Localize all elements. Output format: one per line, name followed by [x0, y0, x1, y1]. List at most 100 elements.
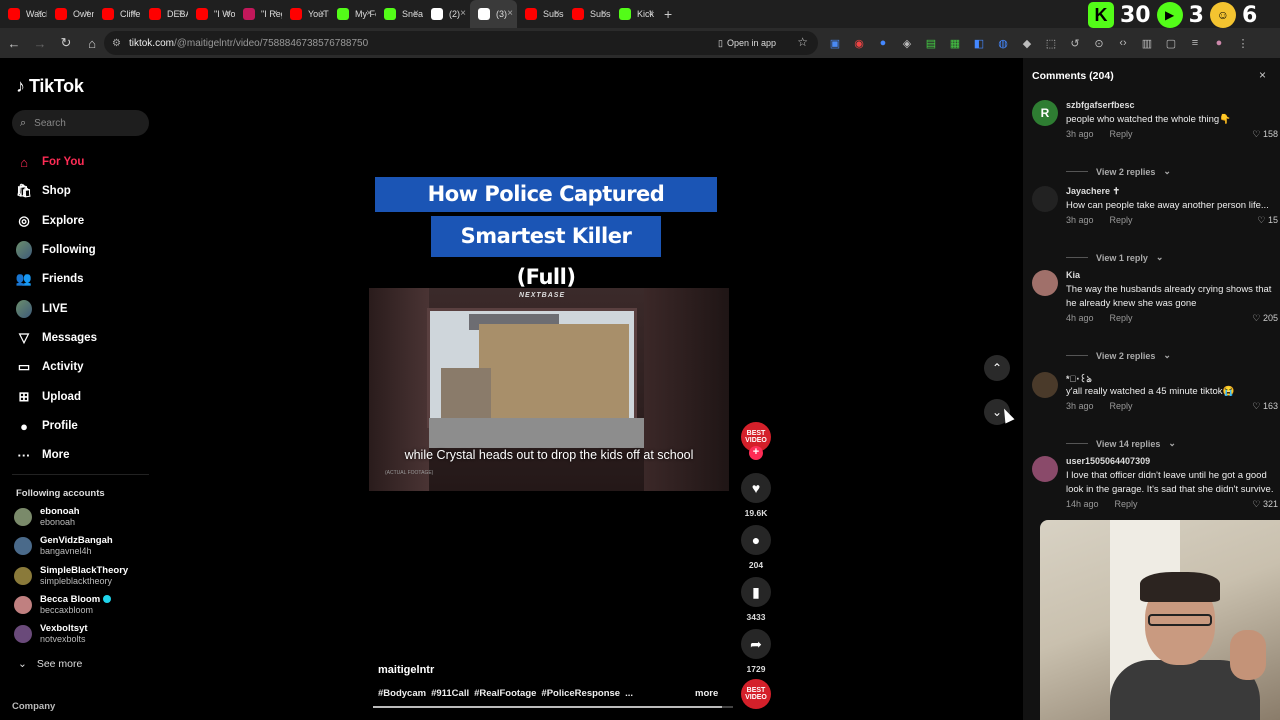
extension-icon[interactable]: ◧: [970, 34, 988, 52]
comment-username[interactable]: Jayachere ✝: [1066, 186, 1120, 197]
browser-tab[interactable]: Subscr×: [564, 0, 611, 28]
tab-close-icon[interactable]: ×: [648, 8, 654, 19]
browser-tab[interactable]: (2) ×: [423, 0, 470, 28]
reply-button[interactable]: Reply: [1110, 313, 1133, 323]
browser-tab[interactable]: Subscr×: [517, 0, 564, 28]
reply-button[interactable]: Reply: [1110, 401, 1133, 411]
browser-tab[interactable]: My Fee×: [329, 0, 376, 28]
sidebar-item-more[interactable]: ··· More: [16, 444, 70, 466]
tab-close-icon[interactable]: ×: [319, 8, 325, 19]
extension-icon[interactable]: ◉: [850, 34, 868, 52]
sound-disc-avatar[interactable]: BEST VIDEO: [741, 679, 771, 709]
sidebar-item-explore[interactable]: ◎ Explore: [16, 210, 84, 232]
comment-username[interactable]: Kia: [1066, 270, 1080, 280]
tab-close-icon[interactable]: ×: [178, 8, 184, 19]
home-icon[interactable]: ⌂: [80, 31, 104, 55]
browser-tab[interactable]: DEBATE×: [141, 0, 188, 28]
follow-plus-button[interactable]: +: [749, 446, 763, 460]
view-replies-button[interactable]: View 14 replies ⌄: [1066, 438, 1176, 449]
bookmark-icon[interactable]: ▮: [741, 577, 771, 607]
extension-icon[interactable]: ◆: [1018, 34, 1036, 52]
view-replies-button[interactable]: View 2 replies ⌄: [1066, 166, 1171, 177]
reply-button[interactable]: Reply: [1115, 499, 1138, 509]
see-more-button[interactable]: ⌄ See more: [18, 658, 82, 670]
following-account[interactable]: ebonoah ebonoah: [14, 504, 154, 530]
tab-close-icon[interactable]: ×: [554, 8, 560, 19]
new-tab-button[interactable]: +: [664, 6, 678, 22]
hashtag[interactable]: #RealFootage: [474, 688, 536, 699]
sidebar-item-profile[interactable]: ● Profile: [16, 415, 78, 437]
sidebar-item-upload[interactable]: ⊞ Upload: [16, 386, 81, 408]
browser-tab[interactable]: (3) ×: [470, 0, 517, 28]
tab-close-icon[interactable]: ×: [84, 8, 90, 19]
search-box[interactable]: ⌕: [12, 110, 149, 136]
company-link[interactable]: Company: [12, 701, 55, 712]
extension-icon[interactable]: ●: [874, 34, 892, 52]
following-account[interactable]: Vexboltsyt notvexbolts: [14, 621, 154, 647]
open-in-app-button[interactable]: ▯ Open in app: [712, 35, 782, 51]
hashtag[interactable]: #Bodycam: [378, 688, 426, 699]
video-progress-bar[interactable]: [373, 706, 733, 708]
caption-more-link[interactable]: more: [695, 688, 718, 699]
menu-icon[interactable]: ≡: [1186, 34, 1204, 52]
previous-video-button[interactable]: ⌃: [984, 355, 1010, 381]
browser-tab[interactable]: Owen×: [47, 0, 94, 28]
tab-close-icon[interactable]: ×: [601, 8, 607, 19]
comment-like[interactable]: ♡ 158: [1252, 129, 1278, 140]
comment-icon[interactable]: ●: [741, 525, 771, 555]
tab-close-icon[interactable]: ×: [225, 8, 231, 19]
sidebar-item-for-you[interactable]: ⌂ For You: [16, 151, 84, 173]
comment-avatar[interactable]: [1032, 456, 1058, 482]
extension-icon[interactable]: ◍: [994, 34, 1012, 52]
sidebar-item-messages[interactable]: ▽ Messages: [16, 327, 97, 349]
sidebar-item-activity[interactable]: ▭ Activity: [16, 356, 84, 378]
tab-close-icon[interactable]: ×: [131, 8, 137, 19]
tab-close-icon[interactable]: ×: [507, 8, 513, 19]
comment-action[interactable]: ● 204: [741, 525, 771, 570]
view-replies-button[interactable]: View 2 replies ⌄: [1066, 350, 1171, 361]
comment-avatar[interactable]: [1032, 372, 1058, 398]
sidebar-item-friends[interactable]: 👥 Friends: [16, 268, 84, 290]
sidebar-icon[interactable]: ▥: [1138, 34, 1156, 52]
comment-avatar[interactable]: R: [1032, 100, 1058, 126]
browser-tab[interactable]: Kick ×: [611, 0, 658, 28]
screenshot-icon[interactable]: ▢: [1162, 34, 1180, 52]
video-author[interactable]: maitigelntr: [378, 664, 434, 676]
comment-like[interactable]: ♡ 321: [1252, 499, 1278, 510]
extension-icon[interactable]: ◈: [898, 34, 916, 52]
site-info-icon[interactable]: ⚙: [112, 38, 121, 49]
comment-like[interactable]: ♡ 205: [1252, 313, 1278, 324]
extension-icon[interactable]: ▦: [946, 34, 964, 52]
share-icon[interactable]: ➦: [741, 629, 771, 659]
like-action[interactable]: ♥ 19.6K: [741, 473, 771, 518]
extension-icon[interactable]: ▣: [826, 34, 844, 52]
hashtag[interactable]: #911Call: [431, 688, 469, 699]
reply-button[interactable]: Reply: [1110, 215, 1133, 225]
reload-icon[interactable]: ↻: [54, 31, 78, 55]
browser-tab[interactable]: "I Regr×: [235, 0, 282, 28]
browser-tab[interactable]: YouTub×: [282, 0, 329, 28]
back-arrow-icon[interactable]: ←: [2, 31, 26, 55]
profile-avatar-icon[interactable]: ●: [1210, 34, 1228, 52]
heart-icon[interactable]: ♥: [741, 473, 771, 503]
tab-close-icon[interactable]: ×: [37, 8, 43, 19]
following-account[interactable]: Becca Bloom beccaxbloom: [14, 592, 154, 618]
puzzle-icon[interactable]: ⬚: [1042, 34, 1060, 52]
forward-arrow-icon[interactable]: →: [28, 31, 52, 55]
browser-tab[interactable]: "I Wou×: [188, 0, 235, 28]
browser-tab[interactable]: Watch×: [0, 0, 47, 28]
reply-button[interactable]: Reply: [1110, 129, 1133, 139]
extension-icon[interactable]: ⊙: [1090, 34, 1108, 52]
kebab-menu-icon[interactable]: ⋮: [1234, 34, 1252, 52]
following-account[interactable]: SimpleBlackTheory simpleblacktheory: [14, 563, 154, 589]
search-input[interactable]: [34, 117, 135, 129]
sidebar-item-shop[interactable]: 🛍 Shop: [16, 180, 71, 202]
tab-close-icon[interactable]: ×: [460, 8, 466, 19]
view-replies-button[interactable]: View 1 reply ⌄: [1066, 252, 1163, 263]
tab-close-icon[interactable]: ×: [366, 8, 372, 19]
tiktok-logo[interactable]: ♪ TikTok: [16, 76, 84, 97]
browser-tab[interactable]: Sneak×: [376, 0, 423, 28]
comment-like[interactable]: ♡ 15: [1257, 215, 1278, 226]
history-icon[interactable]: ↺: [1066, 34, 1084, 52]
address-bar[interactable]: ⚙ tiktok.com/@maitigelntr/video/75888467…: [104, 31, 818, 55]
